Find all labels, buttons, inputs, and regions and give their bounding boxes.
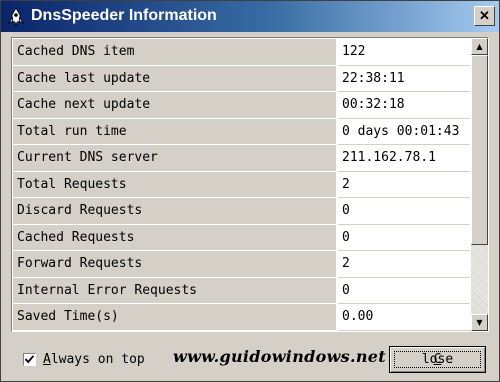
- close-button[interactable]: Close: [389, 346, 486, 373]
- arrow-up-icon: ▲: [476, 42, 483, 51]
- stat-value: 122: [338, 39, 470, 66]
- rocket-icon: [7, 7, 25, 27]
- mnemonic-a: A: [43, 352, 51, 367]
- table-row[interactable]: Cache last update 22:38:11: [13, 65, 470, 92]
- title-close-button[interactable]: ✕: [474, 6, 495, 26]
- stat-label: Saved Time(s): [13, 304, 338, 331]
- label-rest: lways on top: [50, 352, 145, 367]
- table-row[interactable]: Discard Requests 0: [13, 198, 470, 225]
- stat-value: 2: [338, 251, 470, 278]
- stat-label: Cached DNS item: [13, 39, 338, 66]
- arrow-down-icon: ▼: [476, 318, 483, 327]
- stat-value: 0: [338, 224, 470, 251]
- scroll-down-button[interactable]: ▼: [471, 314, 488, 331]
- stat-label: Cache last update: [13, 65, 338, 92]
- stat-label: Total Requests: [13, 171, 338, 198]
- window-title: DnsSpeeder Information: [31, 7, 217, 24]
- stat-value: 211.162.78.1: [338, 145, 470, 172]
- stat-value: 0 days 00:01:43: [338, 118, 470, 145]
- scroll-thumb[interactable]: [471, 55, 488, 245]
- close-icon: ✕: [479, 8, 490, 23]
- stat-value: 0: [338, 198, 470, 225]
- stat-label: Current DNS server: [13, 145, 338, 172]
- vertical-scrollbar[interactable]: ▲ ▼: [471, 38, 488, 331]
- always-on-top-checkbox[interactable]: [23, 353, 36, 366]
- checkmark-icon: [24, 355, 35, 364]
- stat-label: Cache next update: [13, 92, 338, 119]
- title-bar[interactable]: DnsSpeeder Information ✕: [1, 1, 499, 32]
- stat-value: 2: [338, 171, 470, 198]
- stat-label: Total run time: [13, 118, 338, 145]
- table-row[interactable]: Saved Time(s) 0.00: [13, 304, 470, 331]
- info-list[interactable]: Cached DNS item 122 Cache last update 22:38…: [11, 37, 489, 332]
- stat-label: Internal Error Requests: [13, 277, 338, 304]
- info-rows: Cached DNS item 122 Cache last update 22:38…: [13, 39, 470, 331]
- stat-label: Cached Requests: [13, 224, 338, 251]
- table-row[interactable]: Total Requests 2: [13, 171, 470, 198]
- close-label-rest: lose: [421, 352, 454, 367]
- scroll-up-button[interactable]: ▲: [471, 38, 488, 55]
- stat-value: 00:32:18: [338, 92, 470, 119]
- dnsspeeder-info-window: DnsSpeeder Information ✕ Cached DNS item…: [0, 0, 500, 382]
- table-row[interactable]: Current DNS server 211.162.78.1: [13, 145, 470, 172]
- watermark-text: www.guidowindows.net: [173, 347, 386, 366]
- stat-label: Forward Requests: [13, 251, 338, 278]
- table-row[interactable]: Cache next update 00:32:18: [13, 92, 470, 119]
- table-row[interactable]: Cached Requests 0: [13, 224, 470, 251]
- stat-value: 22:38:11: [338, 65, 470, 92]
- stat-value: 0.00: [338, 304, 470, 331]
- table-row[interactable]: Total run time 0 days 00:01:43: [13, 118, 470, 145]
- table-row[interactable]: Internal Error Requests 0: [13, 277, 470, 304]
- always-on-top-label[interactable]: Always on top: [43, 352, 145, 368]
- table-row[interactable]: Cached DNS item 122: [13, 39, 470, 66]
- table-row[interactable]: Forward Requests 2: [13, 251, 470, 278]
- stat-label: Discard Requests: [13, 198, 338, 225]
- stat-value: 0: [338, 277, 470, 304]
